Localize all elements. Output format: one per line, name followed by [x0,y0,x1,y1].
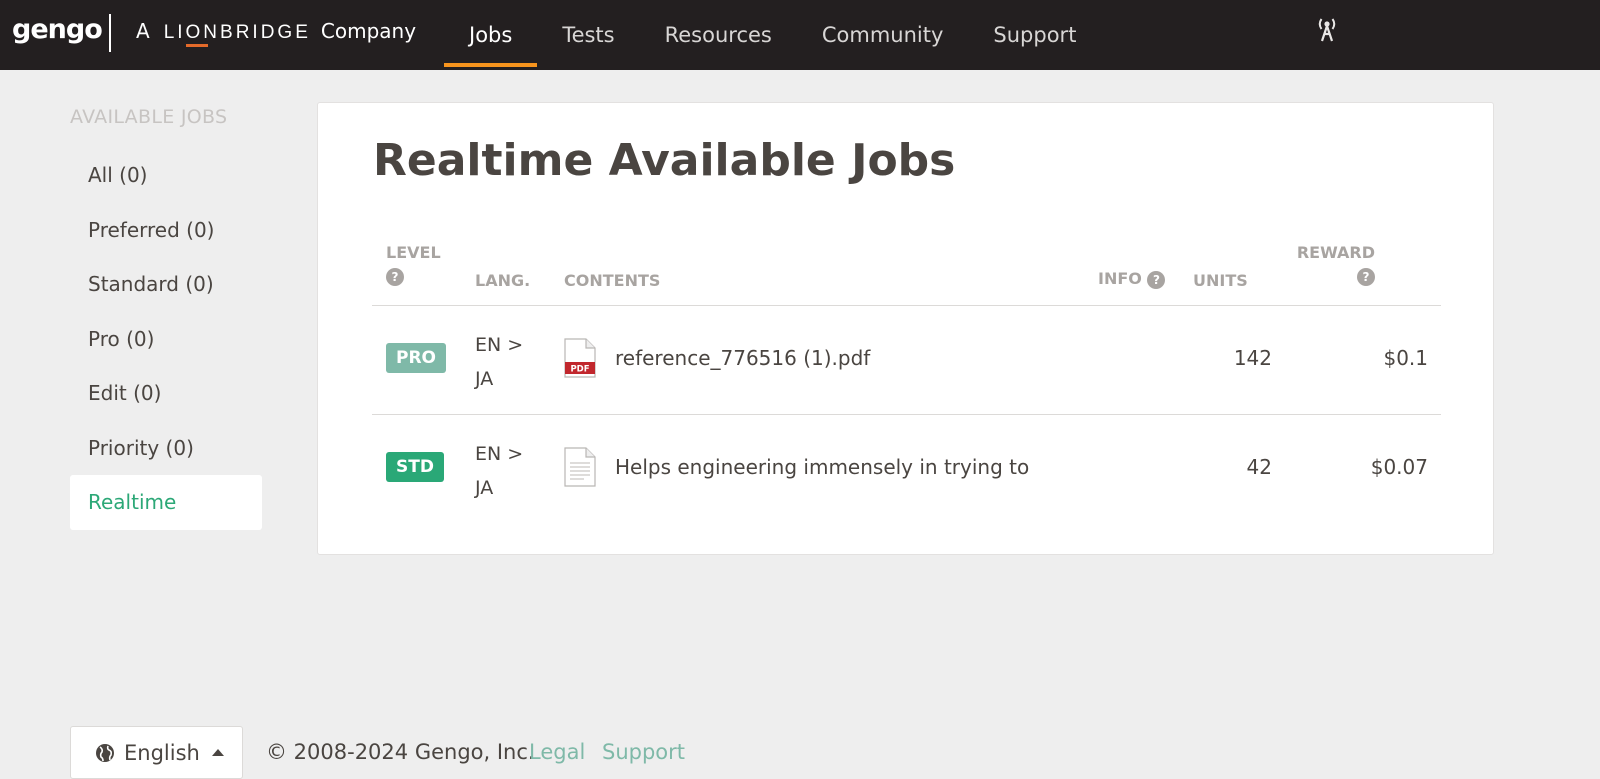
language-pair: EN > JA [475,437,535,505]
gengo-logo[interactable]: gengo [12,14,103,45]
jobs-card: Realtime Available Jobs LEVEL ? LANG. CO… [317,102,1494,555]
main-nav: Jobs Tests Resources Community Support [444,0,1101,70]
job-reward: $0.07 [1370,455,1428,479]
sidebar-job-filters: All (0) Preferred (0) Standard (0) Pro (… [70,148,262,530]
language-pair: EN > JA [475,328,535,396]
job-units: 142 [1233,346,1272,370]
footer-legal-link[interactable]: Legal [529,740,585,764]
level-help-icon[interactable]: ? [386,268,404,286]
logo-divider [109,14,111,52]
caret-up-icon [211,749,224,756]
level-header-label: LEVEL [386,243,441,262]
nav-jobs[interactable]: Jobs [444,0,538,70]
lionbridge-brand: A LIONBRIDGE Company [136,19,417,47]
column-header-level: LEVEL ? [386,243,441,286]
sidebar-item-priority[interactable]: Priority (0) [70,421,262,476]
sidebar-item-all[interactable]: All (0) [70,148,262,203]
sidebar-item-standard[interactable]: Standard (0) [70,257,262,312]
table-row[interactable]: STD EN > JA Helps engineering immensely … [372,415,1441,523]
job-reward: $0.1 [1383,346,1428,370]
nav-resources[interactable]: Resources [640,0,797,70]
table-row[interactable]: PRO EN > JA PDF reference_776516 (1).pdf… [372,306,1441,414]
copyright-text: © 2008-2024 Gengo, Inc. [266,740,535,764]
column-header-info: INFO ? [1098,269,1166,289]
reward-header-label: REWARD [1296,243,1375,262]
svg-text:PDF: PDF [570,365,589,375]
job-contents[interactable]: reference_776516 (1).pdf [615,346,870,370]
language-selector[interactable]: English [70,726,243,779]
pdf-file-icon: PDF [564,338,596,378]
globe-icon [96,743,114,762]
brand-suffix: Company [320,19,417,43]
top-nav-bar: gengo A LIONBRIDGE Company Jobs Tests Reso… [0,0,1600,70]
nav-tests[interactable]: Tests [537,0,639,70]
level-badge-pro: PRO [386,343,447,373]
job-contents[interactable]: Helps engineering immensely in trying to [615,455,1029,479]
page-title: Realtime Available Jobs [373,135,956,186]
sidebar-item-pro[interactable]: Pro (0) [70,312,262,367]
lionbridge-wordmark: LIONBRIDGE [163,22,311,47]
sidebar-heading: AVAILABLE JOBS [70,106,228,128]
info-header-label: INFO [1098,269,1142,288]
info-help-icon[interactable]: ? [1147,270,1166,289]
reward-help-icon[interactable]: ? [1357,268,1375,286]
level-badge-std: STD [386,452,444,482]
target-language: JA [475,477,494,499]
target-language: JA [475,368,494,390]
lionbridge-underline [185,44,208,47]
antenna-icon[interactable] [1316,16,1338,42]
column-header-units: UNITS [1193,271,1248,290]
sidebar-item-preferred[interactable]: Preferred (0) [70,203,262,258]
lionbridge-name: LIONBRIDGE [163,22,311,43]
source-language: EN > [475,443,524,465]
footer-support-link[interactable]: Support [602,740,685,764]
brand-prefix: A [136,19,150,43]
nav-support[interactable]: Support [968,0,1101,70]
column-header-lang: LANG. [475,271,531,290]
column-header-contents: CONTENTS [564,271,661,290]
text-file-icon [564,447,596,487]
source-language: EN > [475,334,524,356]
nav-community[interactable]: Community [797,0,969,70]
language-label: English [124,740,200,765]
sidebar-item-edit[interactable]: Edit (0) [70,366,262,421]
sidebar-item-realtime[interactable]: Realtime [70,475,262,530]
column-header-reward: REWARD ? [1278,243,1375,286]
job-units: 42 [1246,455,1272,479]
